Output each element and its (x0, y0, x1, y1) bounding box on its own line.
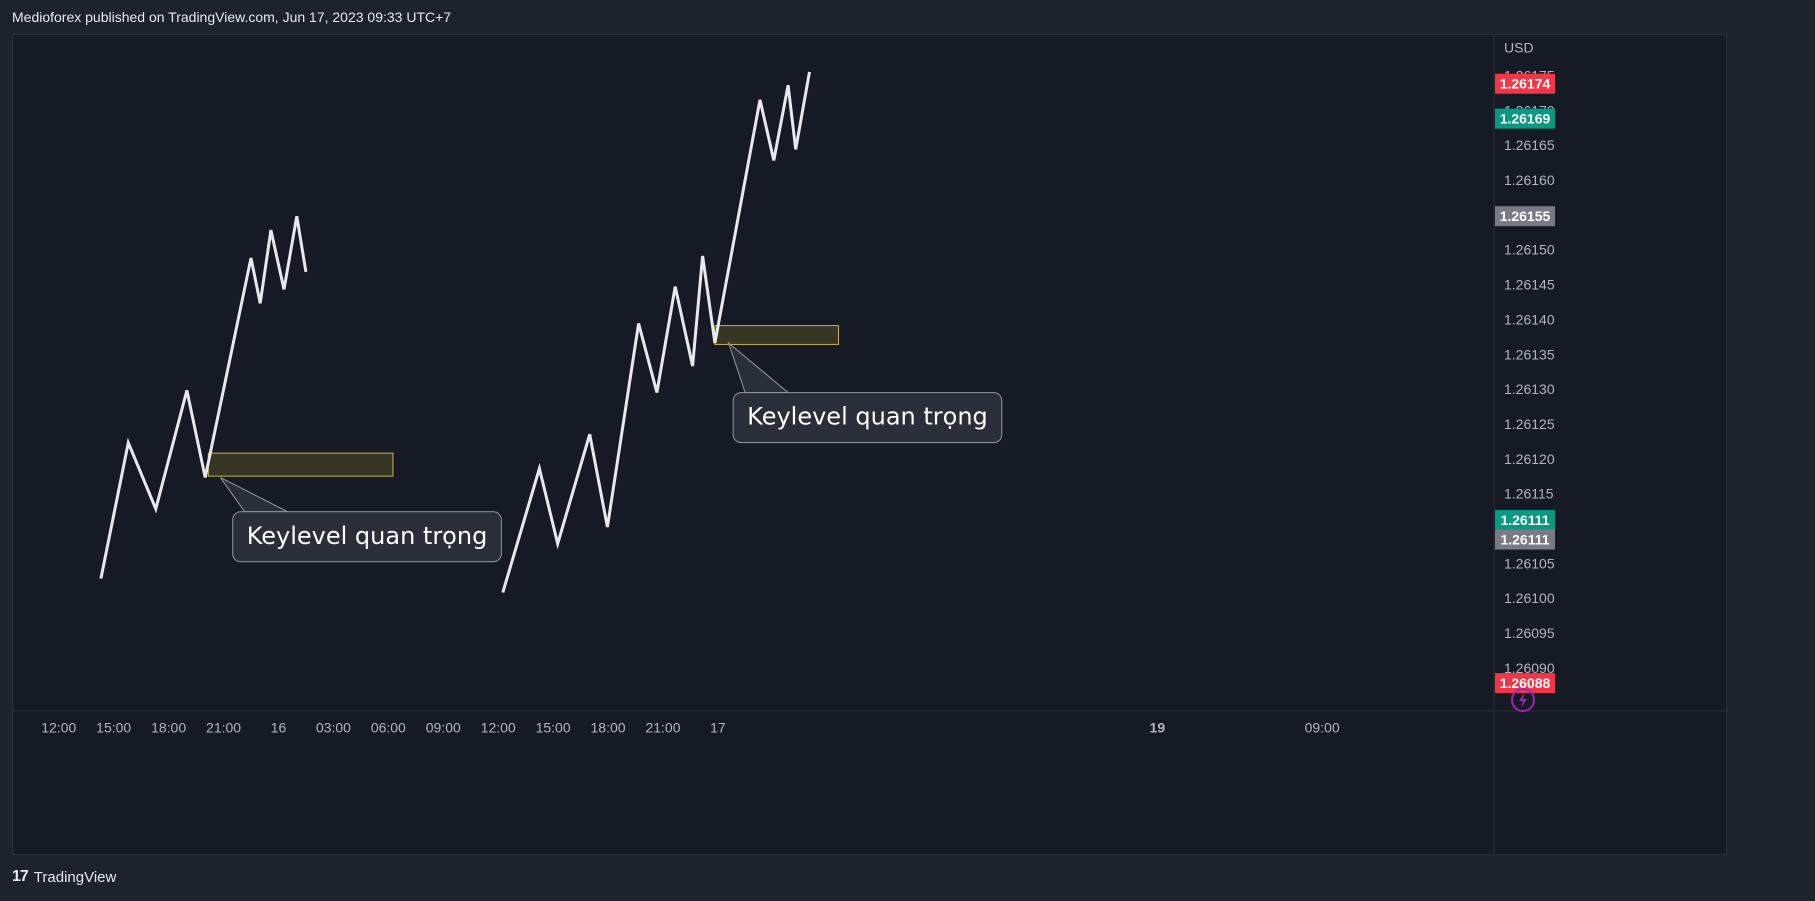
price-tick-label: 1.26140 (1504, 311, 1555, 327)
price-tick-label: 1.26160 (1504, 172, 1555, 188)
time-tick-label: 19 (1150, 720, 1166, 736)
chart-frame: Keylevel quan trọng Keylevel quan trọng US… (12, 34, 1728, 856)
price-tick-label: 1.26100 (1504, 590, 1555, 606)
time-tick-label: 16 (271, 720, 287, 736)
time-tick-label: 21:00 (645, 720, 680, 736)
price-point (786, 83, 791, 88)
callout-pointer-1 (220, 477, 288, 513)
price-point (587, 432, 592, 437)
time-tick-label: 09:00 (426, 720, 461, 736)
price-point (500, 590, 505, 595)
price-tick-label: 1.26130 (1504, 381, 1555, 397)
price-point (537, 466, 542, 471)
footer-brand[interactable]: 17 TradingView (12, 868, 116, 886)
price-tick-label: 1.26120 (1504, 451, 1555, 467)
time-tick-label: 03:00 (316, 720, 351, 736)
price-point (126, 440, 131, 445)
price-point (690, 364, 695, 369)
price-point (700, 253, 705, 258)
price-point (807, 69, 812, 74)
price-tick-label: 1.26145 (1504, 277, 1555, 293)
price-point (294, 214, 299, 219)
price-point (281, 287, 286, 292)
time-tick-label: 18:00 (591, 720, 626, 736)
line-chart[interactable]: Keylevel quan trọng Keylevel quan trọng US… (13, 35, 1728, 856)
price-badge-label: 1.26174 (1500, 75, 1551, 91)
price-badge-label: 1.26111 (1500, 512, 1549, 528)
price-point (203, 475, 208, 480)
callout-seam (245, 512, 287, 515)
price-badge-label: 1.26111 (1500, 531, 1549, 547)
price-tick-label: 1.26125 (1504, 416, 1555, 432)
key-level-zone-2[interactable] (714, 325, 839, 345)
price-tick-label: 1.26135 (1504, 346, 1555, 362)
time-tick-label: 18:00 (151, 720, 186, 736)
time-tick-label: 06:00 (371, 720, 406, 736)
price-point (303, 269, 308, 274)
price-point (184, 388, 189, 393)
price-point (771, 158, 776, 163)
price-point (712, 341, 717, 346)
price-point (793, 147, 798, 152)
callout-pointer-2 (727, 341, 790, 394)
tradingview-logo-icon: 17 (12, 868, 29, 885)
price-tick-label: 1.26105 (1504, 555, 1555, 571)
time-tick-label: 15:00 (96, 720, 131, 736)
price-point (673, 284, 678, 289)
price-point (636, 321, 641, 326)
price-badge-label: 1.26155 (1500, 208, 1551, 224)
time-tick-label: 12:00 (41, 720, 76, 736)
price-tick-label: 1.26115 (1504, 486, 1554, 502)
price-tick-label: 1.26150 (1504, 242, 1555, 258)
price-tick-label: 1.26165 (1504, 137, 1555, 153)
publisher-header: Medioforex published on TradingView.com,… (12, 9, 452, 25)
time-tick-label: 17 (710, 720, 726, 736)
price-tick-label: 1.26095 (1504, 625, 1555, 641)
key-level-zone-1[interactable] (207, 452, 394, 477)
time-tick-label: 09:00 (1305, 720, 1340, 736)
callout-seam (746, 393, 788, 396)
price-point (98, 576, 103, 581)
price-point (258, 301, 263, 306)
currency-label: USD (1504, 40, 1534, 56)
callout-label-2: Keylevel quan trọng (747, 403, 988, 431)
price-point (758, 97, 763, 102)
price-point (605, 525, 610, 530)
price-point (249, 256, 254, 261)
price-point (555, 541, 560, 546)
price-point (268, 228, 273, 233)
time-tick-label: 15:00 (536, 720, 571, 736)
price-badge-label: 1.26169 (1500, 110, 1551, 126)
brand-name: TradingView (33, 868, 117, 886)
price-point (153, 506, 158, 511)
time-tick-label: 21:00 (206, 720, 241, 736)
time-tick-label: 12:00 (481, 720, 516, 736)
price-point (654, 390, 659, 395)
lightning-icon-bolt (1519, 692, 1527, 708)
callout-label-1: Keylevel quan trọng (247, 522, 488, 550)
